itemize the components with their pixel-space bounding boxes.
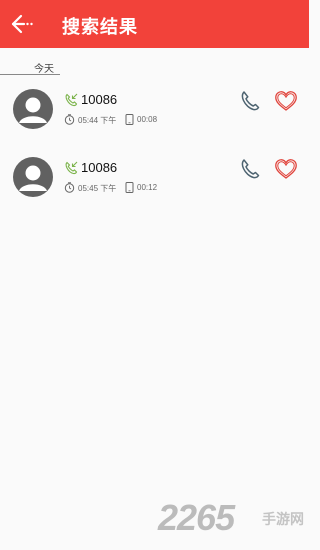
avatar — [13, 157, 53, 197]
call-duration: 00:12 — [137, 183, 158, 192]
section-divider — [0, 74, 60, 75]
date-section-label: 今天 — [34, 64, 54, 75]
phone-device-icon — [125, 182, 134, 193]
back-button[interactable] — [10, 12, 36, 36]
page-title: 搜索结果 — [62, 17, 138, 38]
phone-number: 10086 — [81, 92, 118, 107]
app-bar: 搜索结果 — [0, 0, 309, 48]
avatar — [13, 89, 53, 129]
watermark: 2265 手游网 — [158, 497, 308, 539]
phone-device-icon — [125, 114, 134, 125]
call-record-row[interactable]: 10086 05:44 下午 00:08 — [0, 89, 309, 145]
favorite-button[interactable] — [274, 158, 298, 180]
call-time: 05:44 下午 — [78, 116, 117, 125]
phone-icon — [241, 159, 260, 179]
clock-icon — [64, 114, 75, 125]
arrow-left-icon — [11, 14, 33, 34]
call-duration: 00:08 — [137, 115, 158, 124]
incoming-call-icon — [65, 161, 78, 175]
watermark-digits: 2265 — [158, 497, 235, 538]
call-time: 05:45 下午 — [78, 184, 117, 193]
phone-icon — [241, 91, 260, 111]
incoming-call-icon — [65, 93, 78, 107]
favorite-button[interactable] — [274, 90, 298, 112]
phone-number: 10086 — [81, 160, 118, 175]
call-button[interactable] — [239, 158, 261, 180]
clock-icon — [64, 182, 75, 193]
heart-icon — [275, 91, 297, 111]
call-record-row[interactable]: 10086 05:45 下午 00:12 — [0, 157, 309, 213]
call-button[interactable] — [239, 90, 261, 112]
watermark-text: 手游网 — [262, 512, 304, 528]
heart-icon — [275, 159, 297, 179]
date-section-header: 今天 — [0, 60, 60, 76]
